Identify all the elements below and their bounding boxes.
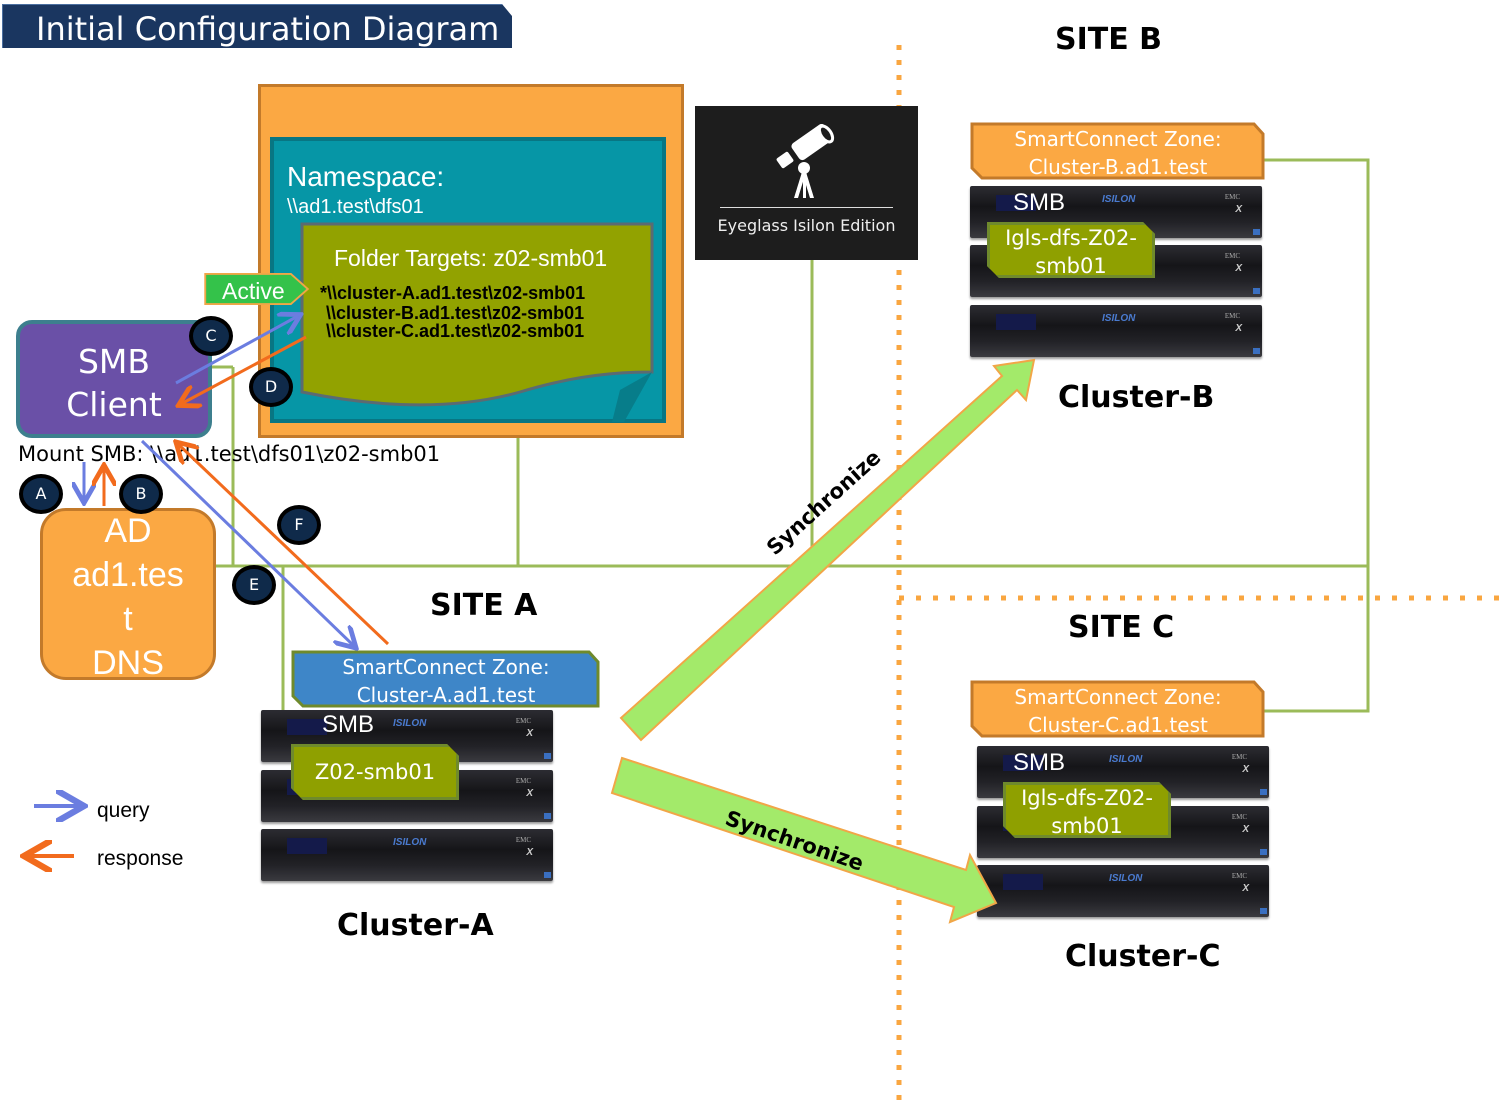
folder-target-c: \\cluster-C.ad1.test\z02-smb01 <box>326 321 585 341</box>
share-line: smb01 <box>1051 814 1123 838</box>
cluster-a-protocol: SMB <box>322 711 375 738</box>
step-badge-f: F <box>277 505 321 545</box>
step-badge-d: D <box>249 367 293 407</box>
cluster-a-share-label: Z02-smb01 <box>314 760 436 784</box>
smb-client-line2: Client <box>66 385 162 424</box>
cluster-a-node-3: ISILON EMC X <box>261 829 553 881</box>
zone-title: SmartConnect Zone: <box>1014 127 1222 151</box>
site-b-label: SITE B <box>1055 22 1163 57</box>
cluster-c-zone-label: SmartConnect Zone: Cluster-C.ad1.test <box>970 683 1266 739</box>
smb-client-line1: SMB <box>77 342 151 381</box>
ad-line: ad1.tes <box>72 556 184 594</box>
ad-line: t <box>123 600 133 638</box>
cluster-c-protocol: SMB <box>1013 749 1066 776</box>
mount-smb-path: Mount SMB: \\ad1.test\dfs01\z02-smb01 <box>18 442 441 466</box>
eyeglass-divider <box>720 207 893 208</box>
namespace-path: \\ad1.test\dfs01 <box>287 196 424 218</box>
cluster-c-share-label: Igls-dfs-Z02- smb01 <box>1003 784 1171 840</box>
zone-fqdn: Cluster-B.ad1.test <box>1028 155 1208 179</box>
share-line: smb01 <box>1035 254 1107 278</box>
cluster-b-share-label: Igls-dfs-Z02- smb01 <box>987 224 1155 280</box>
cluster-c-node-3: ISILON EMC X <box>977 865 1269 917</box>
step-badge-a: A <box>19 474 63 514</box>
legend-response-label: response <box>97 847 184 870</box>
cluster-c-name: Cluster-C <box>1065 939 1221 974</box>
smb-client-label: SMB Client <box>16 340 212 426</box>
folder-target-b: \\cluster-B.ad1.test\z02-smb01 <box>326 303 585 323</box>
cluster-b-name: Cluster-B <box>1058 380 1215 415</box>
cluster-a-zone-label: SmartConnect Zone: Cluster-A.ad1.test <box>291 653 601 709</box>
zone-fqdn: Cluster-C.ad1.test <box>1028 713 1208 737</box>
eyeglass-label: Eyeglass Isilon Edition <box>717 216 896 235</box>
step-badge-c: C <box>189 316 233 356</box>
zone-fqdn: Cluster-A.ad1.test <box>356 683 536 707</box>
site-a-label: SITE A <box>430 588 538 623</box>
share-line: Igls-dfs-Z02- <box>1005 226 1137 250</box>
cluster-b-node-3: ISILON EMC X <box>970 305 1262 357</box>
diagram-title: Initial Configuration Diagram <box>36 10 500 48</box>
site-c-label: SITE C <box>1068 610 1175 645</box>
step-badge-b: B <box>119 474 163 514</box>
active-tag-label: Active <box>222 278 285 304</box>
namespace-title: Namespace: <box>287 161 445 192</box>
cluster-b-zone-label: SmartConnect Zone: Cluster-B.ad1.test <box>970 125 1266 181</box>
ad-line: DNS <box>92 644 164 682</box>
zone-title: SmartConnect Zone: <box>1014 685 1222 709</box>
step-badge-e: E <box>232 565 276 605</box>
cluster-a-name: Cluster-A <box>337 908 494 943</box>
telescope-icon <box>776 124 835 198</box>
folder-target-a: *\\cluster-A.ad1.test\z02-smb01 <box>320 283 586 303</box>
ad-dns-label: AD ad1.tes t DNS <box>40 509 216 685</box>
legend-query-label: query <box>97 799 150 822</box>
folder-targets-title: Folder Targets: z02-smb01 <box>334 245 608 271</box>
cluster-b-protocol: SMB <box>1013 189 1066 216</box>
share-line: Igls-dfs-Z02- <box>1021 786 1153 810</box>
zone-title: SmartConnect Zone: <box>342 655 550 679</box>
ad-line: AD <box>104 512 152 550</box>
